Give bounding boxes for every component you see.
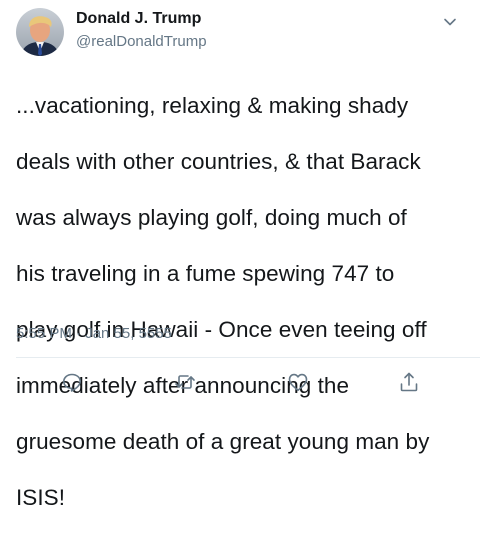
tweet-text-line: was always playing golf, doing much of xyxy=(16,205,407,230)
avatar-image xyxy=(16,8,64,56)
chevron-down-icon[interactable] xyxy=(440,12,460,32)
tweet-text: ...vacationing, relaxing & making shady … xyxy=(16,64,470,540)
tweet-text-line: ISIS! xyxy=(16,485,66,510)
tweet-text-line: ...vacationing, relaxing & making shady xyxy=(16,93,409,118)
author-handle[interactable]: @realDonaldTrump xyxy=(76,33,207,50)
tweet-text-line: deals with other countries, & that Barac… xyxy=(16,149,421,174)
author-name[interactable]: Donald J. Trump xyxy=(76,10,201,28)
tweet-text-line: his traveling in a fume spewing 747 to xyxy=(16,261,395,286)
share-icon[interactable] xyxy=(397,370,421,394)
tweet-card: Donald J. Trump @realDonaldTrump ...vaca… xyxy=(0,0,480,510)
reply-icon[interactable] xyxy=(60,370,84,394)
tweet-text-line: gruesome death of a great young man by xyxy=(16,429,430,454)
divider xyxy=(16,357,480,358)
timestamp[interactable]: 5:55 PM · Jan 55, 5555 xyxy=(16,325,172,342)
retweet-icon[interactable] xyxy=(173,370,197,394)
avatar[interactable] xyxy=(16,8,64,56)
heart-icon[interactable] xyxy=(286,370,310,394)
